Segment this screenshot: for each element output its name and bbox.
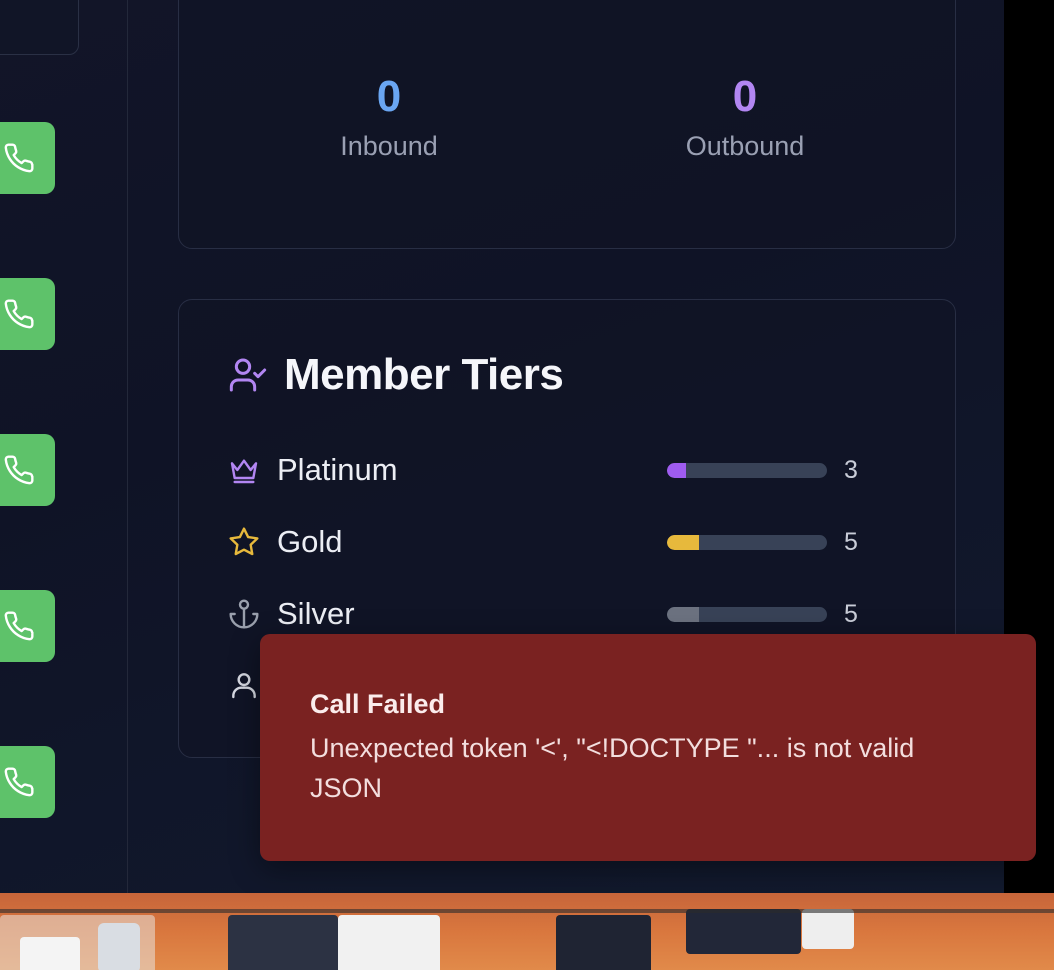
tier-progress-fill <box>667 606 699 622</box>
toast-message: Unexpected token '<', "<!DOCTYPE "... is… <box>310 733 915 803</box>
dock-window-thumbnail[interactable] <box>802 909 854 949</box>
call-stats-card: 0 Inbound 0 Outbound <box>178 0 956 249</box>
tier-count: 5 <box>844 527 858 556</box>
toast-title: Call Failed <box>310 689 446 719</box>
tier-name: Silver <box>277 596 355 631</box>
call-button[interactable] <box>0 590 55 662</box>
call-button[interactable] <box>0 278 55 350</box>
phone-icon <box>4 299 34 329</box>
user-icon <box>232 673 256 699</box>
tier-progress-bar <box>667 534 827 550</box>
tier-count: 3 <box>844 455 858 484</box>
phone-icon <box>4 611 34 641</box>
tier-progress-bar <box>667 462 827 478</box>
call-button[interactable] <box>0 434 55 506</box>
tier-row-silver: Silver 5 <box>228 594 868 634</box>
outbound-stat: 0 Outbound <box>635 71 855 163</box>
tier-name: Platinum <box>277 452 398 487</box>
call-button[interactable] <box>0 122 55 194</box>
star-icon <box>229 527 259 556</box>
tier-progress-bar <box>667 606 827 622</box>
dock <box>0 893 1054 970</box>
screen: 0 Inbound 0 Outbound Member Tiers Platin… <box>0 0 1054 970</box>
tier-name: Gold <box>277 524 343 559</box>
phone-icon <box>4 143 34 173</box>
dock-window-thumbnail[interactable] <box>556 915 651 970</box>
dock-app-window-preview[interactable] <box>20 937 80 970</box>
dock-window-thumbnail[interactable] <box>338 915 440 970</box>
inbound-label: Inbound <box>340 131 438 161</box>
anchor-icon <box>229 599 259 629</box>
dock-window-thumbnail[interactable] <box>228 915 338 970</box>
tier-progress-fill <box>667 462 687 478</box>
user-check-icon <box>229 358 267 392</box>
tier-row-platinum: Platinum 3 <box>228 450 868 490</box>
error-toast[interactable]: Call Failed Unexpected token '<', "<!DOC… <box>260 634 1036 861</box>
phone-icon <box>4 455 34 485</box>
column-divider <box>127 0 128 893</box>
member-tiers-header: Member Tiers <box>228 350 564 400</box>
inbound-stat: 0 Inbound <box>279 71 499 163</box>
crown-icon <box>230 459 258 484</box>
call-button[interactable] <box>0 746 55 818</box>
outbound-label: Outbound <box>685 131 805 161</box>
sidebar-card <box>0 0 79 55</box>
tier-progress-fill <box>667 534 699 550</box>
outbound-count: 0 <box>732 72 758 121</box>
inbound-count: 0 <box>376 72 402 121</box>
dock-window-thumbnail[interactable] <box>686 909 801 954</box>
trash-icon[interactable] <box>98 923 140 970</box>
member-tiers-title: Member Tiers <box>284 350 564 399</box>
tier-count: 5 <box>844 599 858 628</box>
tier-row-gold: Gold 5 <box>228 522 868 562</box>
phone-icon <box>4 767 34 797</box>
dock-separator <box>0 909 1054 913</box>
